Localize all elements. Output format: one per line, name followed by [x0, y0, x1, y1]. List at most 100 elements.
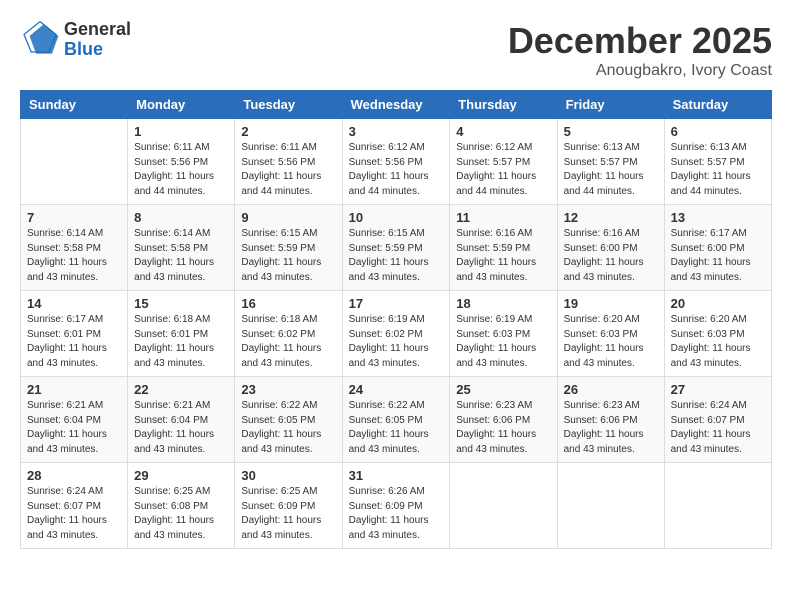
- day-header-saturday: Saturday: [664, 91, 771, 119]
- calendar-week-5: 28 Sunrise: 6:24 AMSunset: 6:07 PMDayligh…: [21, 463, 772, 549]
- day-info: Sunrise: 6:23 AMSunset: 6:06 PMDaylight:…: [564, 399, 658, 457]
- calendar-cell: 31 Sunrise: 6:26 AMSunset: 6:09 PMDayligh…: [342, 463, 450, 549]
- general-blue-logo-icon: [20, 20, 60, 60]
- day-number: 23: [241, 382, 335, 397]
- logo-general: General: [64, 20, 131, 40]
- day-number: 12: [564, 210, 658, 225]
- calendar-cell: 26Sunrise: 6:23 AMSunset: 6:06 PMDayligh…: [557, 377, 664, 463]
- day-number: 29: [134, 468, 228, 483]
- calendar-cell: 6 Sunrise: 6:13 AMSunset: 5:57 PMDaylight…: [664, 119, 771, 205]
- day-number: 5: [564, 124, 658, 139]
- calendar-cell: 15 Sunrise: 6:18 AMSunset: 6:01 PMDayligh…: [128, 291, 235, 377]
- month-title: December 2025: [508, 20, 772, 62]
- logo-blue: Blue: [64, 40, 131, 60]
- day-info: Sunrise: 6:11 AMSunset: 5:56 PMDaylight:…: [241, 141, 335, 199]
- day-info: Sunrise: 6:22 AMSunset: 6:05 PMDaylight:…: [241, 399, 335, 457]
- day-number: 6: [671, 124, 765, 139]
- calendar-cell: 20Sunrise: 6:20 AMSunset: 6:03 PMDayligh…: [664, 291, 771, 377]
- calendar-week-2: 7 Sunrise: 6:14 AMSunset: 5:58 PMDaylight…: [21, 205, 772, 291]
- calendar-cell: [664, 463, 771, 549]
- day-number: 24: [349, 382, 444, 397]
- day-number: 28: [27, 468, 121, 483]
- day-info: Sunrise: 6:11 AMSunset: 5:56 PMDaylight:…: [134, 141, 228, 199]
- day-info: Sunrise: 6:24 AMSunset: 6:07 PMDaylight:…: [27, 485, 121, 543]
- calendar-cell: 4Sunrise: 6:12 AMSunset: 5:57 PMDaylight…: [450, 119, 557, 205]
- calendar-cell: 22 Sunrise: 6:21 AMSunset: 6:04 PMDayligh…: [128, 377, 235, 463]
- calendar-cell: 19 Sunrise: 6:20 AMSunset: 6:03 PMDayligh…: [557, 291, 664, 377]
- calendar-cell: 11 Sunrise: 6:16 AMSunset: 5:59 PMDayligh…: [450, 205, 557, 291]
- day-info: Sunrise: 6:22 AMSunset: 6:05 PMDaylight:…: [349, 399, 444, 457]
- day-number: 9: [241, 210, 335, 225]
- day-number: 13: [671, 210, 765, 225]
- calendar-cell: 8 Sunrise: 6:14 AMSunset: 5:58 PMDaylight…: [128, 205, 235, 291]
- calendar-cell: 9 Sunrise: 6:15 AMSunset: 5:59 PMDaylight…: [235, 205, 342, 291]
- day-header-monday: Monday: [128, 91, 235, 119]
- day-number: 2: [241, 124, 335, 139]
- day-number: 14: [27, 296, 121, 311]
- day-number: 4: [456, 124, 550, 139]
- day-info: Sunrise: 6:13 AMSunset: 5:57 PMDaylight:…: [564, 141, 658, 199]
- calendar-cell: 1 Sunrise: 6:11 AMSunset: 5:56 PMDaylight…: [128, 119, 235, 205]
- calendar-cell: 10 Sunrise: 6:15 AMSunset: 5:59 PMDayligh…: [342, 205, 450, 291]
- calendar-cell: 2 Sunrise: 6:11 AMSunset: 5:56 PMDaylight…: [235, 119, 342, 205]
- day-number: 19: [564, 296, 658, 311]
- day-info: Sunrise: 6:24 AMSunset: 6:07 PMDaylight:…: [671, 399, 765, 457]
- day-number: 21: [27, 382, 121, 397]
- logo-text: General Blue: [64, 20, 131, 60]
- day-info: Sunrise: 6:13 AMSunset: 5:57 PMDaylight:…: [671, 141, 765, 199]
- calendar-cell: 21Sunrise: 6:21 AMSunset: 6:04 PMDayligh…: [21, 377, 128, 463]
- calendar-cell: 7Sunrise: 6:14 AMSunset: 5:58 PMDaylight…: [21, 205, 128, 291]
- calendar-week-3: 14Sunrise: 6:17 AMSunset: 6:01 PMDayligh…: [21, 291, 772, 377]
- day-info: Sunrise: 6:19 AMSunset: 6:03 PMDaylight:…: [456, 313, 550, 371]
- day-info: Sunrise: 6:15 AMSunset: 5:59 PMDaylight:…: [349, 227, 444, 285]
- day-header-wednesday: Wednesday: [342, 91, 450, 119]
- day-header-friday: Friday: [557, 91, 664, 119]
- day-number: 18: [456, 296, 550, 311]
- calendar-cell: 16Sunrise: 6:18 AMSunset: 6:02 PMDayligh…: [235, 291, 342, 377]
- calendar-cell: 3Sunrise: 6:12 AMSunset: 5:56 PMDaylight…: [342, 119, 450, 205]
- day-number: 7: [27, 210, 121, 225]
- day-number: 20: [671, 296, 765, 311]
- day-info: Sunrise: 6:12 AMSunset: 5:56 PMDaylight:…: [349, 141, 444, 199]
- calendar-cell: 5 Sunrise: 6:13 AMSunset: 5:57 PMDaylight…: [557, 119, 664, 205]
- day-number: 27: [671, 382, 765, 397]
- day-header-tuesday: Tuesday: [235, 91, 342, 119]
- calendar-cell: 29 Sunrise: 6:25 AMSunset: 6:08 PMDayligh…: [128, 463, 235, 549]
- calendar-cell: [557, 463, 664, 549]
- calendar-cell: 27 Sunrise: 6:24 AMSunset: 6:07 PMDayligh…: [664, 377, 771, 463]
- day-header-thursday: Thursday: [450, 91, 557, 119]
- calendar-cell: 30Sunrise: 6:25 AMSunset: 6:09 PMDayligh…: [235, 463, 342, 549]
- day-info: Sunrise: 6:17 AMSunset: 6:00 PMDaylight:…: [671, 227, 765, 285]
- day-number: 10: [349, 210, 444, 225]
- calendar-cell: 12Sunrise: 6:16 AMSunset: 6:00 PMDayligh…: [557, 205, 664, 291]
- day-info: Sunrise: 6:19 AMSunset: 6:02 PMDaylight:…: [349, 313, 444, 371]
- logo: General Blue: [20, 20, 131, 60]
- day-number: 8: [134, 210, 228, 225]
- day-number: 17: [349, 296, 444, 311]
- day-number: 1: [134, 124, 228, 139]
- day-info: Sunrise: 6:25 AMSunset: 6:08 PMDaylight:…: [134, 485, 228, 543]
- day-number: 25: [456, 382, 550, 397]
- day-info: Sunrise: 6:18 AMSunset: 6:01 PMDaylight:…: [134, 313, 228, 371]
- day-info: Sunrise: 6:26 AMSunset: 6:09 PMDaylight:…: [349, 485, 444, 543]
- calendar-week-1: 1 Sunrise: 6:11 AMSunset: 5:56 PMDaylight…: [21, 119, 772, 205]
- day-info: Sunrise: 6:15 AMSunset: 5:59 PMDaylight:…: [241, 227, 335, 285]
- calendar-cell: 13 Sunrise: 6:17 AMSunset: 6:00 PMDayligh…: [664, 205, 771, 291]
- day-info: Sunrise: 6:21 AMSunset: 6:04 PMDaylight:…: [134, 399, 228, 457]
- day-number: 22: [134, 382, 228, 397]
- calendar-week-4: 21 Sunrise: 6:21 AMSunset: 6:04 PMDayligh…: [21, 377, 772, 463]
- location: Anougbakro, Ivory Coast: [508, 62, 772, 80]
- page-header: General Blue December 2025 Anougbakro, I…: [20, 20, 772, 80]
- day-info: Sunrise: 6:16 AMSunset: 5:59 PMDaylight:…: [456, 227, 550, 285]
- day-info: Sunrise: 6:20 AMSunset: 6:03 PMDaylight:…: [564, 313, 658, 371]
- day-number: 11: [456, 210, 550, 225]
- day-info: Sunrise: 6:25 AMSunset: 6:09 PMDaylight:…: [241, 485, 335, 543]
- day-number: 31: [349, 468, 444, 483]
- day-info: Sunrise: 6:18 AMSunset: 6:02 PMDaylight:…: [241, 313, 335, 371]
- calendar-cell: [21, 119, 128, 205]
- calendar-header-row: SundayMondayTuesdayWednesdayThursdayFrid…: [21, 91, 772, 119]
- day-number: 15: [134, 296, 228, 311]
- day-info: Sunrise: 6:14 AMSunset: 5:58 PMDaylight:…: [134, 227, 228, 285]
- day-info: Sunrise: 6:23 AMSunset: 6:06 PMDaylight:…: [456, 399, 550, 457]
- calendar-cell: 24 Sunrise: 6:22 AMSunset: 6:05 PMDayligh…: [342, 377, 450, 463]
